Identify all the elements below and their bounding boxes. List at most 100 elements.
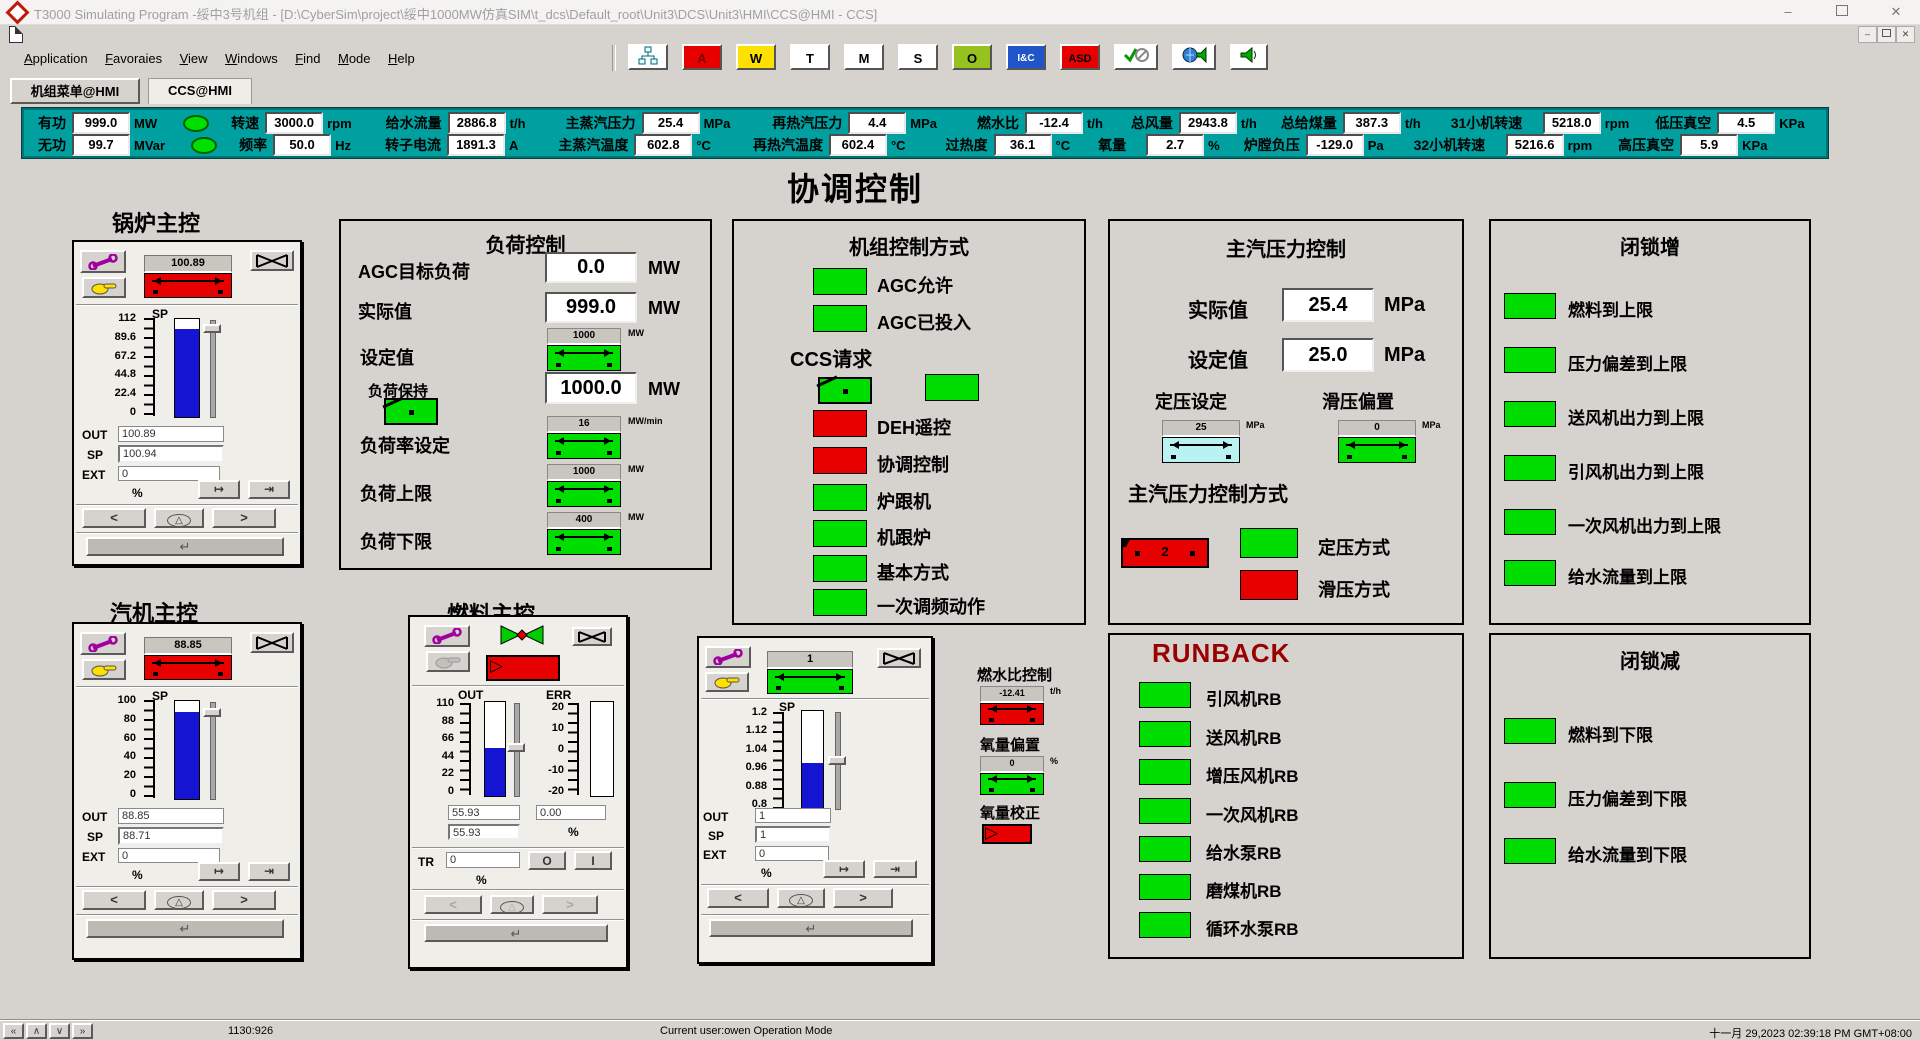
sliding-bias-slider[interactable]: 0 <box>1338 420 1416 463</box>
speaker-icon[interactable] <box>1230 44 1268 70</box>
increase-button[interactable] <box>542 895 598 914</box>
ramp-button[interactable] <box>198 862 240 881</box>
fuelwater-ctrl-slider[interactable]: -12.41 <box>980 686 1044 725</box>
auto-button[interactable] <box>154 508 204 528</box>
enter-button[interactable] <box>424 924 608 942</box>
load-setpoint-slider[interactable]: 1000 <box>547 328 621 371</box>
step-button[interactable] <box>248 480 290 499</box>
slider-handle[interactable] <box>507 743 525 752</box>
auto-button[interactable] <box>777 888 825 908</box>
ack-alarm-icon[interactable] <box>1114 44 1158 70</box>
ccs-request-toggle[interactable] <box>818 377 872 404</box>
sp-field[interactable]: 88.71 <box>118 827 224 845</box>
wrench-icon[interactable] <box>705 646 751 668</box>
nav-last-button[interactable] <box>72 1023 93 1039</box>
display-slider[interactable] <box>767 669 853 694</box>
step-button[interactable] <box>248 862 290 881</box>
panel-title: 闭锁减 <box>1491 645 1809 674</box>
pressure-mode-selector[interactable]: 2 <box>1121 538 1209 568</box>
ramp-button[interactable] <box>823 860 865 878</box>
sp-field[interactable]: 100.94 <box>118 445 224 463</box>
global-sound-icon[interactable] <box>1172 44 1216 70</box>
auto-button[interactable] <box>490 895 534 914</box>
wrench-icon[interactable] <box>80 632 126 655</box>
menu-application[interactable]: Application <box>24 51 88 66</box>
toolbar-m-button[interactable]: M <box>844 44 884 70</box>
load-min-slider[interactable]: 400 <box>547 512 621 555</box>
decrease-button[interactable] <box>707 888 769 908</box>
hand-icon[interactable] <box>705 672 749 692</box>
ramp-button[interactable] <box>198 480 240 499</box>
slider-handle[interactable] <box>828 756 846 765</box>
hand-icon[interactable] <box>82 277 126 298</box>
display-slider[interactable] <box>144 655 232 680</box>
menu-windows[interactable]: Windows <box>225 51 278 66</box>
menu-favoraies[interactable]: Favoraies <box>105 51 162 66</box>
o2-correction-indicator[interactable]: ▷ <box>982 824 1032 844</box>
minimize-button[interactable] <box>1770 2 1806 21</box>
sp-value-field[interactable]: 55.93 <box>448 824 520 840</box>
toolbar-a-button[interactable]: A <box>682 44 722 70</box>
load-rate-slider[interactable]: 16 <box>547 416 621 459</box>
toolbar-o-button[interactable]: O <box>952 44 992 70</box>
child-close-button[interactable] <box>1896 26 1915 43</box>
tr-on-button[interactable]: I <box>574 851 612 870</box>
turbine-sp-bar[interactable] <box>174 700 200 800</box>
maximize-button[interactable] <box>1824 2 1860 21</box>
enter-button[interactable] <box>86 919 284 938</box>
fuel-display[interactable]: ▷ <box>486 655 560 681</box>
toolbar-w-button[interactable]: W <box>736 44 776 70</box>
boiler-sp-bar[interactable] <box>174 318 200 418</box>
close-button[interactable] <box>1878 2 1914 21</box>
enter-button[interactable] <box>86 537 284 556</box>
bowtie-x-icon[interactable] <box>572 627 612 646</box>
bowtie-x-icon[interactable] <box>877 648 921 668</box>
sp-field[interactable]: 1 <box>755 826 831 843</box>
child-minimize-button[interactable] <box>1858 26 1877 43</box>
ratio-sp-bar[interactable] <box>801 710 824 810</box>
nav-first-button[interactable] <box>3 1023 24 1039</box>
menu-help[interactable]: Help <box>388 51 415 66</box>
toolbar-iandc-button[interactable]: I&C <box>1006 44 1046 70</box>
bowtie-x-icon[interactable] <box>250 632 294 653</box>
toolbar-t-button[interactable]: T <box>790 44 830 70</box>
toolbar-s-button[interactable]: S <box>898 44 938 70</box>
decrease-button[interactable] <box>82 890 146 910</box>
o2-bias-slider[interactable]: 0 <box>980 756 1044 795</box>
slider-handle[interactable] <box>203 708 221 717</box>
boiler-setpoint-display[interactable]: 100.89 <box>144 255 232 298</box>
network-icon[interactable] <box>628 44 668 70</box>
tr-off-button[interactable]: O <box>528 851 566 870</box>
ratio-display[interactable]: 1 <box>767 651 853 694</box>
slider-handle[interactable] <box>203 324 221 333</box>
step-button[interactable] <box>873 860 917 878</box>
load-max-slider[interactable]: 1000 <box>547 464 621 507</box>
fixed-pressure-slider[interactable]: 25 <box>1162 420 1240 463</box>
wrench-icon[interactable] <box>80 250 126 273</box>
bowtie-x-icon[interactable] <box>250 250 294 271</box>
slider-track[interactable] <box>210 320 216 418</box>
runback-indicator <box>1139 874 1191 900</box>
fuel-out-bar[interactable] <box>484 701 506 797</box>
tab-unit-menu[interactable]: 机组菜单@HMI <box>10 78 140 104</box>
nav-down-button[interactable] <box>49 1023 70 1039</box>
increase-button[interactable] <box>212 508 276 528</box>
increase-button[interactable] <box>833 888 893 908</box>
enter-button[interactable] <box>709 919 913 937</box>
turbine-setpoint-display[interactable]: 88.85 <box>144 637 232 680</box>
menu-find[interactable]: Find <box>295 51 320 66</box>
wrench-icon[interactable] <box>424 625 470 647</box>
toolbar-asd-button[interactable]: ASD <box>1060 44 1100 70</box>
increase-button[interactable] <box>212 890 276 910</box>
load-hold-toggle[interactable] <box>384 398 438 425</box>
child-restore-button[interactable] <box>1877 26 1896 43</box>
tab-ccs-hmi[interactable]: CCS@HMI <box>148 78 252 104</box>
hand-icon[interactable] <box>82 659 126 680</box>
decrease-button[interactable] <box>82 508 146 528</box>
menu-view[interactable]: View <box>180 51 208 66</box>
display-slider[interactable] <box>144 273 232 298</box>
nav-up-button[interactable] <box>26 1023 47 1039</box>
auto-button[interactable] <box>154 890 204 910</box>
menu-mode[interactable]: Mode <box>338 51 371 66</box>
decrease-button[interactable] <box>424 895 482 914</box>
